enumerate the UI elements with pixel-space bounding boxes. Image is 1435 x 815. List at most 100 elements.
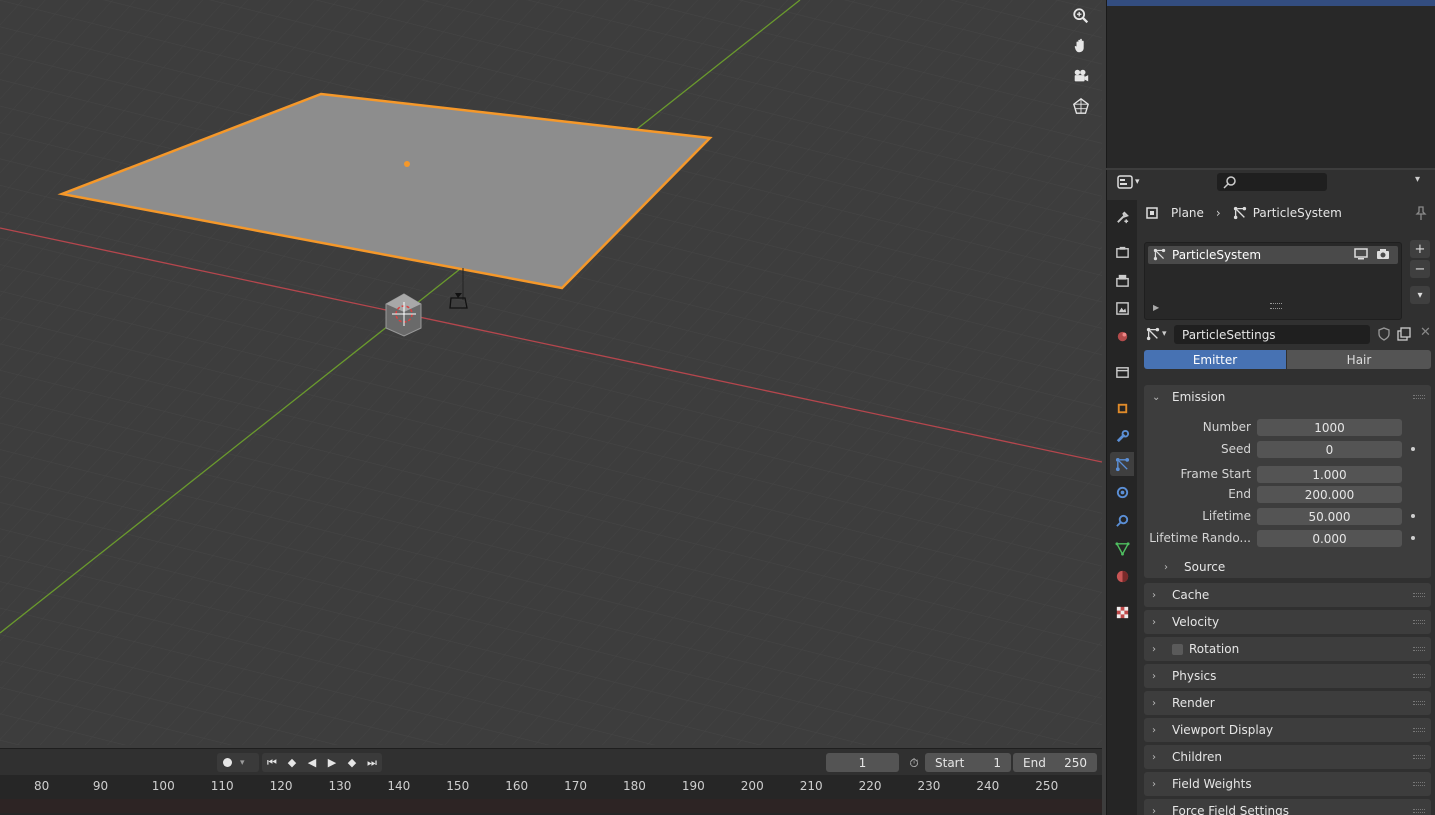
editor-type-icon[interactable]: ▾ [1117,174,1145,190]
field-value[interactable]: 200.000 [1257,486,1402,503]
play-icon[interactable]: ▶ [322,753,342,772]
next-keyframe-icon[interactable]: ◆ [342,753,362,772]
options-chevron-icon[interactable]: ▾ [1415,174,1420,185]
drag-grip-icon[interactable] [1413,728,1425,732]
field-value[interactable]: 1.000 [1257,466,1402,483]
field-value[interactable]: 50.000 [1257,508,1402,525]
particle-system-list[interactable]: ParticleSystem ▶ [1144,242,1402,320]
source-subpanel[interactable]: › Source [1164,560,1225,574]
panel-render[interactable]: › Render [1144,691,1431,715]
duplicate-icon[interactable] [1397,327,1411,344]
panel-physics[interactable]: › Physics [1144,664,1431,688]
timeline-tick-label: 210 [799,779,823,793]
panel-header[interactable]: › Children [1144,745,1431,769]
resize-grip-icon[interactable] [1270,303,1282,309]
panel-header[interactable]: › Rotation [1144,637,1431,661]
panel-children[interactable]: › Children [1144,745,1431,769]
drag-grip-icon[interactable] [1413,809,1425,813]
drag-grip-icon[interactable] [1413,674,1425,678]
panel-cache[interactable]: › Cache [1144,583,1431,607]
field-value[interactable]: 1000 [1257,419,1402,436]
panel-header[interactable]: › Viewport Display [1144,718,1431,742]
auto-keying-toggle[interactable]: ▾ [217,753,259,772]
pin-icon[interactable] [1415,206,1427,223]
scene-tab-icon[interactable] [1110,324,1134,348]
object-data-tab-icon[interactable] [1110,536,1134,560]
jump-start-icon[interactable]: ⏮ [262,753,282,772]
texture-tab-icon[interactable] [1110,600,1134,624]
panel-force-field-settings[interactable]: › Force Field Settings [1144,799,1431,815]
current-frame-field[interactable]: 1 [826,753,899,772]
unlink-close-icon[interactable]: ✕ [1420,325,1431,340]
physics-tab-icon[interactable] [1110,480,1134,504]
panel-viewport-display[interactable]: › Viewport Display [1144,718,1431,742]
prev-keyframe-icon[interactable]: ◆ [282,753,302,772]
start-frame-field[interactable]: Start 1 [925,753,1011,772]
frame-strip [0,799,1102,813]
emitter-tab[interactable]: Emitter [1144,350,1286,369]
ortho-grid-icon[interactable] [1068,93,1094,119]
stopwatch-icon[interactable]: ⏱ [905,754,923,772]
panel-header[interactable]: › Cache [1144,583,1431,607]
panel-field-weights[interactable]: › Field Weights [1144,772,1431,796]
particles-tab-icon[interactable] [1110,452,1134,476]
drag-grip-icon[interactable] [1413,620,1425,624]
drag-grip-icon[interactable] [1413,593,1425,597]
keyframe-dot-icon[interactable] [1411,536,1415,540]
emission-field-row: Lifetime Rando... 0.000 [1144,530,1431,547]
panel-header[interactable]: › Physics [1144,664,1431,688]
field-value[interactable]: 0.000 [1257,530,1402,547]
drag-grip-icon[interactable] [1413,647,1425,651]
panel-header[interactable]: › Field Weights [1144,772,1431,796]
viewport-scene[interactable] [0,0,1102,745]
panel-header[interactable]: › Velocity [1144,610,1431,634]
list-item[interactable]: ParticleSystem [1148,246,1398,264]
settings-name-field[interactable]: ParticleSettings [1174,325,1370,344]
outliner-selected-row[interactable] [1107,0,1435,6]
view-layer-tab-icon[interactable] [1110,296,1134,320]
drag-grip-icon[interactable] [1413,701,1425,705]
modifier-tab-icon[interactable] [1110,424,1134,448]
3d-viewport[interactable] [0,0,1102,745]
material-tab-icon[interactable] [1110,564,1134,588]
output-tab-icon[interactable] [1110,268,1134,292]
panel-rotation[interactable]: › Rotation [1144,637,1431,661]
specials-menu-icon[interactable]: ▾ [1410,286,1430,304]
zoom-icon[interactable] [1068,3,1094,29]
outliner[interactable] [1106,0,1435,168]
drag-grip-icon[interactable] [1413,755,1425,759]
keyframe-dot-icon[interactable] [1411,514,1415,518]
expand-triangle-icon[interactable]: ▶ [1153,303,1159,312]
emission-panel-header[interactable]: ⌄ Emission [1144,385,1431,409]
browse-settings-icon[interactable]: ▾ [1146,327,1167,341]
camera-view-icon[interactable] [1068,63,1094,89]
remove-icon[interactable]: − [1410,260,1430,278]
tool-tab-icon[interactable] [1110,205,1134,229]
monitor-icon[interactable] [1354,248,1368,263]
drag-grip-icon[interactable] [1413,782,1425,786]
panel-header[interactable]: › Render [1144,691,1431,715]
jump-end-icon[interactable]: ⏭ [362,753,382,772]
play-reverse-icon[interactable]: ◀ [302,753,322,772]
panel-header[interactable]: › Force Field Settings [1144,799,1431,815]
keyframe-dot-icon[interactable] [1411,447,1415,451]
chevron-right-icon: › [1152,616,1156,628]
pan-hand-icon[interactable] [1068,33,1094,59]
end-frame-field[interactable]: End 250 [1013,753,1097,772]
emission-title: Emission [1172,390,1226,404]
render-tab-icon[interactable] [1110,240,1134,264]
end-value: 250 [1064,755,1087,770]
rotation-checkbox[interactable] [1172,643,1183,655]
constraints-tab-icon[interactable] [1110,508,1134,532]
add-icon[interactable]: + [1410,240,1430,258]
field-value[interactable]: 0 [1257,441,1402,458]
fake-user-shield-icon[interactable] [1377,327,1391,344]
object-tab-icon[interactable] [1110,396,1134,420]
search-input[interactable] [1217,173,1327,191]
timeline-ruler[interactable]: 80 90 100 110 120 130 140 150 160 170 180 190 200 210… [0,775,1102,815]
camera-icon[interactable] [1376,248,1390,263]
hair-tab[interactable]: Hair [1287,350,1431,369]
world-tab-icon[interactable] [1110,360,1134,384]
drag-grip-icon[interactable] [1413,395,1425,399]
panel-velocity[interactable]: › Velocity [1144,610,1431,634]
